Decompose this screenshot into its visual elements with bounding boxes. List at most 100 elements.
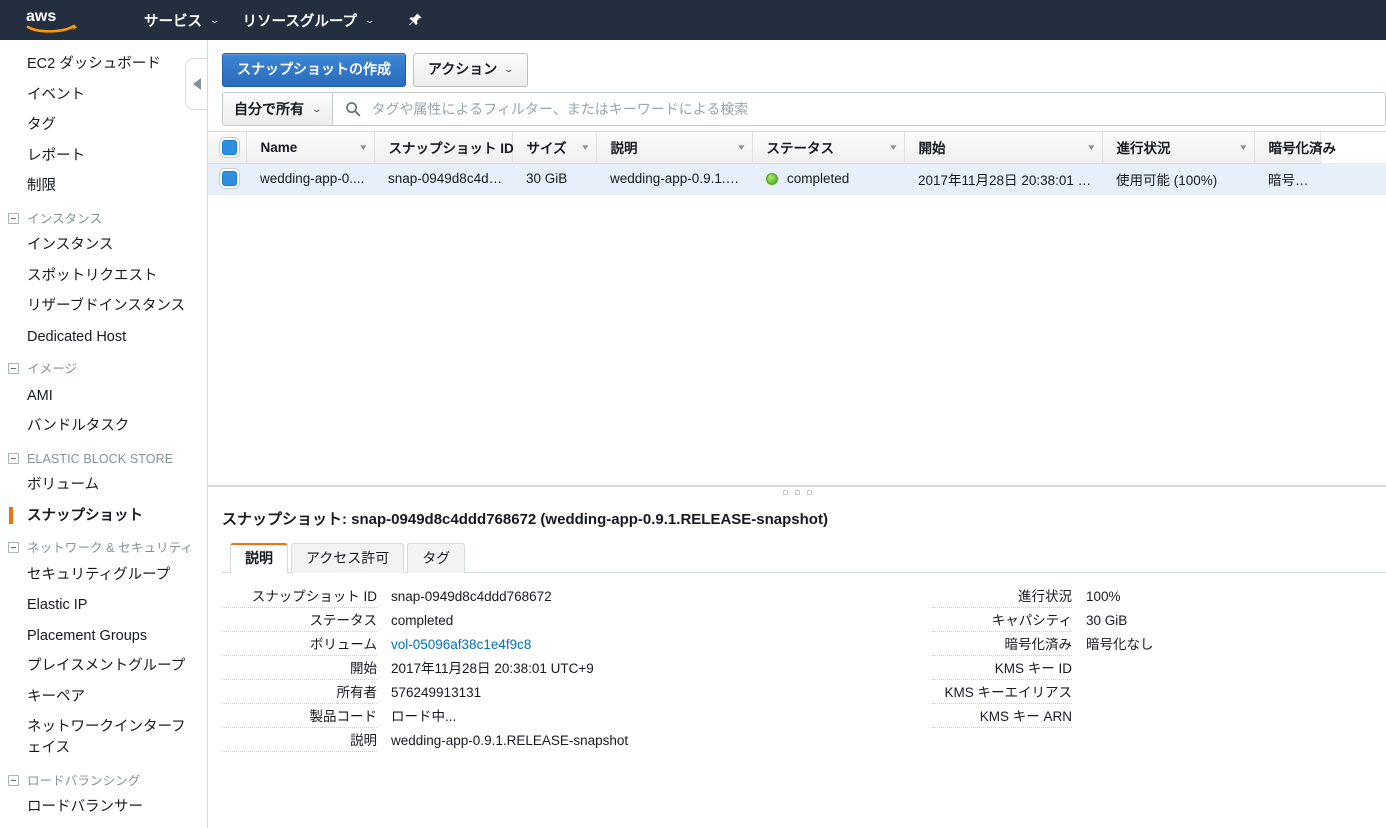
detail-field-label: ステータス xyxy=(222,609,377,632)
sidebar: EC2 ダッシュボード イベントタグレポート 制限インスタンス インスタンススポットリ… xyxy=(0,40,208,828)
column-header-started-label: 開始 xyxy=(918,141,946,157)
sidebar-item-4[interactable]: 制限 xyxy=(0,171,207,202)
column-header-status[interactable]: ステータス ▾ xyxy=(752,132,905,164)
sidebar-item-11[interactable]: AMI xyxy=(0,381,207,412)
column-header-description[interactable]: 説明 ▾ xyxy=(596,132,753,164)
column-header-progress[interactable]: 進行状況 ▾ xyxy=(1102,132,1255,164)
detail-field-label: KMS キー ID xyxy=(932,657,1072,680)
nav-item-resource-groups[interactable]: リソースグループ ⌄ xyxy=(231,0,386,40)
tab-permissions[interactable]: アクセス許可 xyxy=(291,542,405,573)
sidebar-item-label: AMI xyxy=(27,387,53,404)
tab-description[interactable]: 説明 xyxy=(230,542,288,573)
detail-left-column: スナップショット ID snap-0949d8c4ddd768672 ステータス co… xyxy=(222,585,932,753)
table-row[interactable]: wedding-app-0.... snap-0949d8c4ddd... 30 G… xyxy=(208,163,1386,195)
detail-panel-splitter[interactable] xyxy=(208,485,1386,499)
sidebar-item-label: インスタンス xyxy=(27,237,114,254)
sidebar-item-label: スポットリクエスト xyxy=(27,267,158,284)
pin-button[interactable] xyxy=(402,0,428,40)
sidebar-item-21[interactable]: キーペア xyxy=(0,682,207,713)
detail-field-label: キャパシティ xyxy=(932,609,1072,632)
row-checkbox[interactable] xyxy=(222,171,237,187)
collapse-minus-icon xyxy=(8,212,19,224)
column-header-description-label: 説明 xyxy=(610,141,638,157)
column-header-name[interactable]: Name ▾ xyxy=(246,132,375,164)
column-header-encrypted[interactable]: 暗号化済み xyxy=(1254,132,1336,164)
sidebar-group-5[interactable]: インスタンス xyxy=(0,202,207,230)
sidebar-item-12[interactable]: バンドルタスク xyxy=(0,411,207,442)
owner-filter-label: 自分で所有 xyxy=(234,101,304,117)
aws-logo[interactable]: aws xyxy=(18,0,90,40)
detail-field-value: wedding-app-0.9.1.RELEASE-snapshot xyxy=(391,732,629,748)
sidebar-item-1[interactable]: イベント xyxy=(0,80,207,111)
cell-description: wedding-app-0.9.1.R... xyxy=(596,163,752,195)
chevron-down-icon: ▾ xyxy=(890,141,897,152)
sidebar-item-3[interactable]: レポート xyxy=(0,141,207,172)
sidebar-item-label: Elastic IP xyxy=(27,597,88,614)
nav-item-services[interactable]: サービス ⌄ xyxy=(132,0,231,40)
sidebar-item-8[interactable]: リザーブドインスタンス xyxy=(0,291,207,322)
sidebar-group-23[interactable]: ロードバランシング xyxy=(0,764,207,792)
sidebar-item-19[interactable]: Placement Groups xyxy=(0,621,207,652)
sidebar-item-20[interactable]: プレイスメントグループ xyxy=(0,651,207,682)
detail-panel: スナップショット: snap-0949d8c4ddd768672 (weddin… xyxy=(208,499,1386,753)
search-input[interactable] xyxy=(369,100,1375,118)
select-all-checkbox[interactable] xyxy=(222,140,237,156)
sidebar-item-label: ネットワークインターフェイス xyxy=(27,719,186,756)
sidebar-item-15[interactable]: スナップショット xyxy=(0,501,207,532)
detail-field-label: KMS キー ARN xyxy=(932,705,1072,728)
column-header-status-label: ステータス xyxy=(766,141,835,157)
sidebar-group-10[interactable]: イメージ xyxy=(0,352,207,380)
detail-panel-title: スナップショット: snap-0949d8c4ddd768672 (weddin… xyxy=(222,510,828,528)
sidebar-item-9[interactable]: Dedicated Host xyxy=(0,322,207,353)
resize-grip-icon xyxy=(782,490,788,495)
collapse-left-icon xyxy=(193,78,201,90)
detail-row: 開始 2017年11月28日 20:38:01 UTC+9 xyxy=(222,657,932,681)
status-label: completed xyxy=(787,171,850,186)
sidebar-group-16[interactable]: ネットワーク & セキュリティ xyxy=(0,531,207,559)
column-header-snapshot-id[interactable]: スナップショット ID▴ xyxy=(374,132,523,164)
detail-row: KMS キーエイリアス xyxy=(932,681,1362,705)
detail-row: キャパシティ 30 GiB xyxy=(932,609,1362,633)
column-header-progress-label: 進行状況 xyxy=(1116,141,1171,157)
search-area xyxy=(333,93,1385,125)
sidebar-item-14[interactable]: ボリューム xyxy=(0,470,207,501)
detail-field-label: KMS キーエイリアス xyxy=(932,681,1072,704)
detail-row: ボリューム vol-05096af38c1e4f9c8 xyxy=(222,633,932,657)
sidebar-item-label: ロードバランサー xyxy=(27,798,143,815)
nav-item-services-label: サービス xyxy=(144,13,202,30)
tab-tags[interactable]: タグ xyxy=(407,542,466,573)
create-snapshot-button[interactable]: スナップショットの作成 xyxy=(222,53,406,87)
detail-tabs: 説明 アクセス許可 タグ xyxy=(222,542,1386,573)
sidebar-item-0[interactable]: EC2 ダッシュボード xyxy=(0,49,207,80)
column-header-size[interactable]: サイズ ▾ xyxy=(512,132,597,164)
sidebar-group-13[interactable]: ELASTIC BLOCK STORE xyxy=(0,442,207,470)
detail-field-value: 30 GiB xyxy=(1086,612,1128,628)
row-select-cell[interactable] xyxy=(208,163,246,195)
sidebar-item-24[interactable]: ロードバランサー xyxy=(0,792,207,823)
select-all-header[interactable] xyxy=(208,132,247,164)
sidebar-collapse-button[interactable] xyxy=(185,58,207,110)
sidebar-item-label: タグ xyxy=(27,117,56,134)
detail-row: KMS キー ID xyxy=(932,657,1362,681)
sidebar-item-6[interactable]: インスタンス xyxy=(0,230,207,261)
detail-field-label: 暗号化済み xyxy=(932,633,1072,656)
actions-button[interactable]: アクション ⌄ xyxy=(413,53,528,87)
search-icon xyxy=(345,102,360,117)
sidebar-item-7[interactable]: スポットリクエスト xyxy=(0,261,207,292)
chevron-down-icon: ▾ xyxy=(582,141,589,152)
sidebar-item-18[interactable]: Elastic IP xyxy=(0,590,207,621)
detail-row: 暗号化済み 暗号化なし xyxy=(932,633,1362,657)
collapse-minus-icon xyxy=(8,363,19,375)
chevron-down-icon: ▾ xyxy=(360,141,367,152)
sidebar-item-2[interactable]: タグ xyxy=(0,110,207,141)
owner-filter-dropdown[interactable]: 自分で所有 ⌄ xyxy=(223,93,333,125)
volume-link[interactable]: vol-05096af38c1e4f9c8 xyxy=(391,637,531,652)
column-header-name-label: Name xyxy=(260,139,298,155)
sidebar-item-22[interactable]: ネットワークインターフェイス xyxy=(0,712,207,763)
sidebar-item-25[interactable]: ターゲットグループ xyxy=(0,822,207,828)
column-header-started[interactable]: 開始 ▾ xyxy=(904,132,1103,164)
cell-started: 2017年11月28日 20:38:01 U... xyxy=(904,163,1102,195)
sidebar-group-label: インスタンス xyxy=(27,211,103,226)
toolbar: スナップショットの作成 アクション ⌄ xyxy=(208,40,1386,88)
sidebar-item-17[interactable]: セキュリティグループ xyxy=(0,560,207,591)
